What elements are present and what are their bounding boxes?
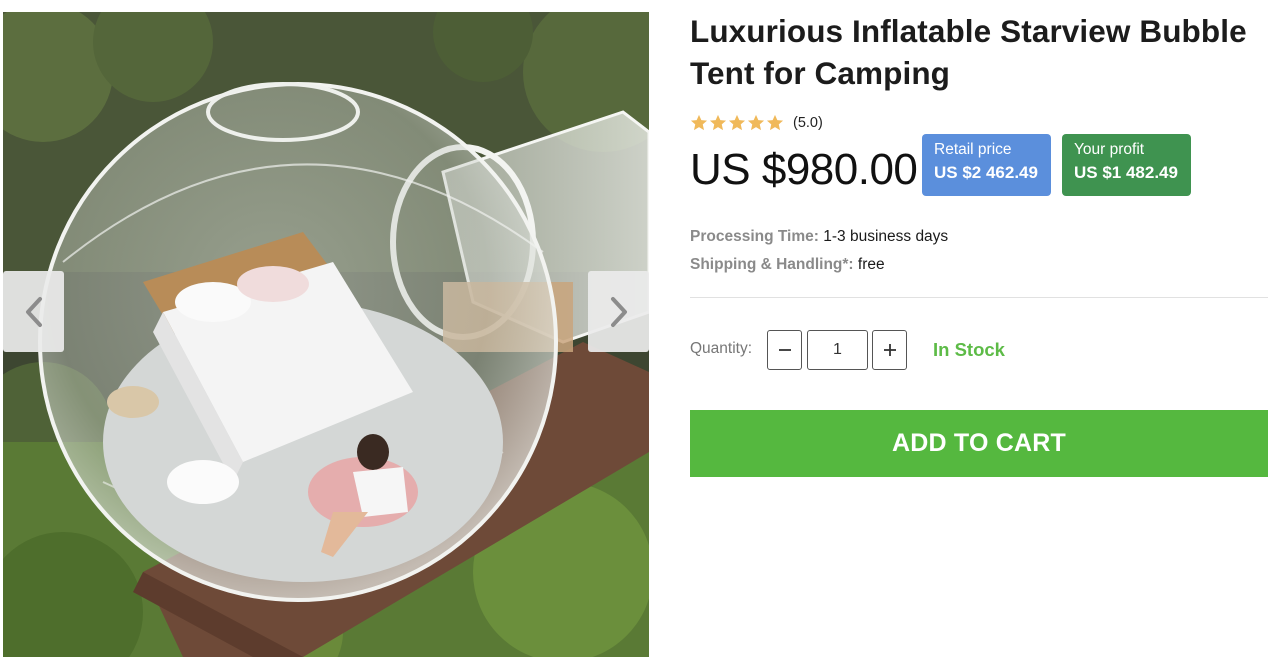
minus-icon — [778, 349, 791, 351]
product-info: Luxurious Inflatable Starview Bubble Ten… — [690, 10, 1270, 477]
divider — [690, 297, 1268, 298]
product-gallery — [3, 12, 649, 657]
plus-icon — [883, 344, 896, 356]
star-icon — [747, 114, 765, 131]
quantity-input[interactable] — [807, 330, 868, 370]
retail-price-label: Retail price — [934, 141, 1012, 158]
chevron-left-icon — [25, 296, 42, 327]
retail-price-value: US $2 462.49 — [934, 163, 1038, 182]
gallery-next-button[interactable] — [588, 271, 649, 352]
profit-value: US $1 482.49 — [1074, 163, 1178, 182]
add-to-cart-button[interactable]: ADD TO CART — [690, 410, 1268, 477]
gallery-prev-button[interactable] — [3, 271, 64, 352]
star-icon — [728, 114, 746, 131]
quantity-decrease-button[interactable] — [767, 330, 802, 370]
product-rating: (5.0) — [690, 114, 823, 131]
product-price: US $980.00 — [690, 145, 918, 194]
shipping-handling: Shipping & Handling*: free — [690, 256, 885, 274]
shipping-label: Shipping & Handling*: — [690, 256, 854, 273]
chevron-right-icon — [610, 296, 627, 327]
star-rating — [690, 114, 784, 131]
processing-time-label: Processing Time: — [690, 228, 819, 245]
profit-label: Your profit — [1074, 141, 1145, 158]
profit-badge: Your profit US $1 482.49 — [1062, 134, 1191, 196]
product-title: Luxurious Inflatable Starview Bubble Ten… — [690, 13, 1247, 91]
quantity-increase-button[interactable] — [872, 330, 907, 370]
retail-price-badge: Retail price US $2 462.49 — [922, 134, 1051, 196]
star-icon — [766, 114, 784, 131]
star-icon — [709, 114, 727, 131]
quantity-label: Quantity: — [690, 340, 753, 357]
star-icon — [690, 114, 708, 131]
product-image — [3, 12, 649, 657]
processing-time: Processing Time: 1-3 business days — [690, 228, 948, 246]
rating-value: (5.0) — [793, 114, 823, 131]
shipping-value: free — [857, 256, 885, 273]
stock-status: In Stock — [933, 339, 1005, 360]
processing-time-value: 1-3 business days — [823, 228, 949, 245]
